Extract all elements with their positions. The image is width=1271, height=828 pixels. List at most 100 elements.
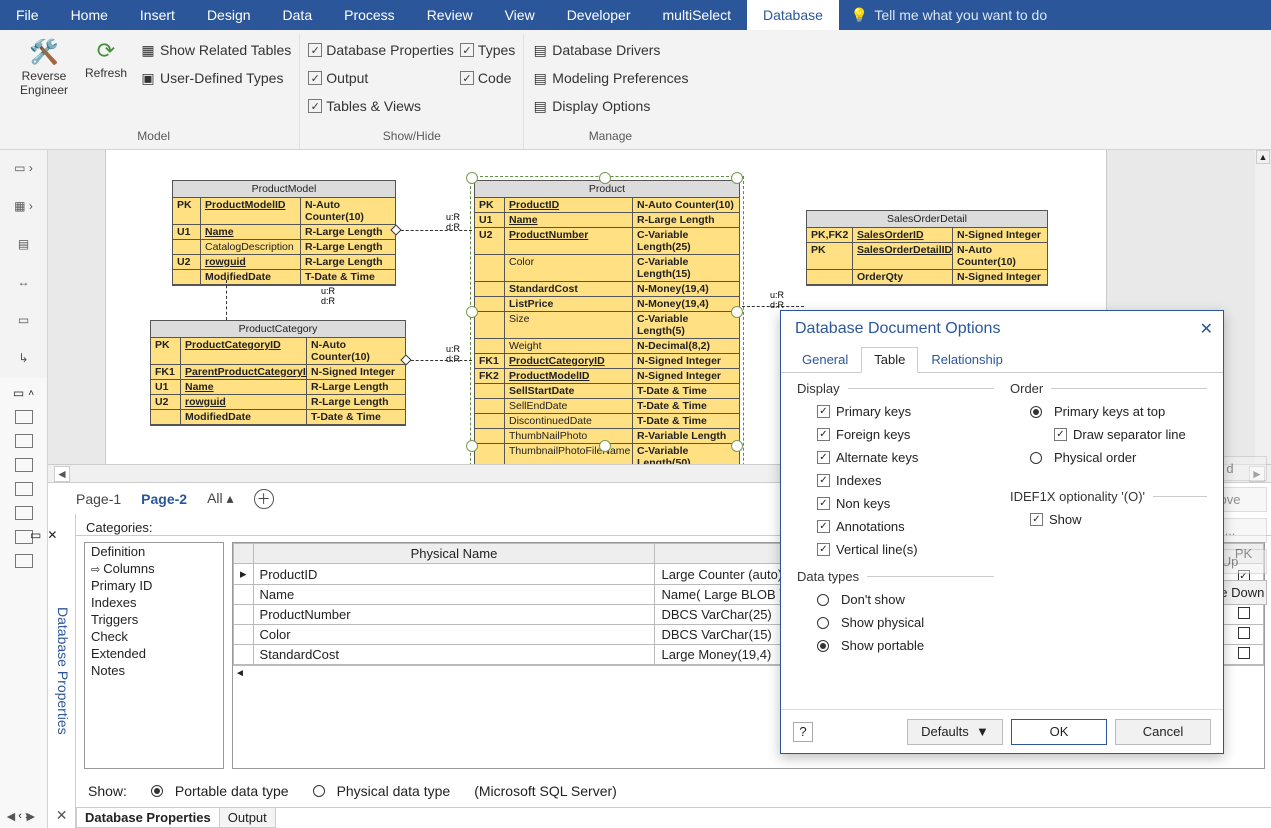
- shape-thumbnail[interactable]: [15, 554, 33, 568]
- category-item[interactable]: Primary ID: [85, 577, 223, 594]
- category-item[interactable]: Definition: [85, 543, 223, 560]
- entity-cell: Name: [505, 213, 633, 228]
- radio-dont-show[interactable]: Don't show: [817, 592, 994, 607]
- display-options-button[interactable]: ▤Display Options: [532, 94, 688, 118]
- check-vertical-lines[interactable]: ✓Vertical line(s): [817, 542, 994, 557]
- entity-productmodel[interactable]: ProductModel PKProductModelIDN-Auto Coun…: [172, 180, 396, 286]
- page-tab-1[interactable]: Page-1: [76, 491, 121, 507]
- radio-physical[interactable]: Physical data type: [313, 783, 451, 799]
- relationship-line[interactable]: [396, 230, 472, 231]
- check-alternate-keys[interactable]: ✓Alternate keys: [817, 450, 994, 465]
- scroll-up-icon[interactable]: ▲: [1256, 150, 1270, 164]
- user-defined-types-button[interactable]: ▣User-Defined Types: [140, 66, 291, 90]
- table-tool[interactable]: ▤: [12, 234, 36, 254]
- entity-title: SalesOrderDetail: [807, 211, 1047, 228]
- pane-collapse-icon[interactable]: ▭: [30, 528, 41, 542]
- shape-thumbnail[interactable]: [15, 410, 33, 424]
- tab-general[interactable]: General: [789, 347, 861, 372]
- show-related-tables-button[interactable]: ▦Show Related Tables: [140, 38, 291, 62]
- tab-relationship[interactable]: Relationship: [918, 347, 1016, 372]
- menu-multiselect[interactable]: multiSelect: [647, 0, 747, 30]
- relationship-tool[interactable]: ↔: [12, 272, 36, 292]
- connector-tool[interactable]: ↳: [12, 348, 36, 368]
- tab-table[interactable]: Table: [861, 347, 918, 373]
- check-draw-separator[interactable]: ✓Draw separator line: [1054, 427, 1207, 442]
- toggle-tables-views[interactable]: ✓Tables & Views: [308, 94, 454, 118]
- tab-database-properties[interactable]: Database Properties: [76, 808, 220, 828]
- radio-physical-order[interactable]: Physical order: [1030, 450, 1207, 465]
- check-non-keys[interactable]: ✓Non keys: [817, 496, 994, 511]
- category-item[interactable]: Triggers: [85, 611, 223, 628]
- category-item[interactable]: Indexes: [85, 594, 223, 611]
- radio-show-physical[interactable]: Show physical: [817, 615, 994, 630]
- entity-productcategory[interactable]: ProductCategory PKProductCategoryIDN-Aut…: [150, 320, 406, 426]
- close-pane-icon[interactable]: ✕: [56, 807, 68, 824]
- next-page-icon[interactable]: ►: [24, 808, 38, 824]
- check-idef-show[interactable]: ✓Show: [1030, 512, 1207, 527]
- menu-view[interactable]: View: [489, 0, 551, 30]
- entity-product[interactable]: Product PKProductIDN-Auto Counter(10)U1N…: [474, 180, 740, 464]
- menu-home[interactable]: Home: [55, 0, 124, 30]
- help-icon[interactable]: ?: [793, 722, 813, 742]
- relationship-line[interactable]: [226, 280, 227, 320]
- menu-review[interactable]: Review: [411, 0, 489, 30]
- reverse-engineer-button[interactable]: 🛠️ Reverse Engineer: [16, 34, 72, 97]
- menu-database[interactable]: Database: [747, 0, 839, 30]
- check-primary-keys[interactable]: ✓Primary keys: [817, 404, 994, 419]
- database-drivers-button[interactable]: ▤Database Drivers: [532, 38, 688, 62]
- menu-insert[interactable]: Insert: [124, 0, 191, 30]
- reverse-engineer-icon: 🛠️: [29, 38, 59, 67]
- cancel-button[interactable]: Cancel: [1115, 719, 1211, 745]
- menu-data[interactable]: Data: [267, 0, 329, 30]
- toggle-code[interactable]: ✓Code: [460, 66, 515, 90]
- check-indexes[interactable]: ✓Indexes: [817, 473, 994, 488]
- add-page-button[interactable]: ＋: [254, 489, 274, 509]
- category-item[interactable]: Check: [85, 628, 223, 645]
- view-tool[interactable]: ▭: [12, 310, 36, 330]
- pointer-tool[interactable]: ▭ ›: [12, 158, 36, 178]
- entity-cell: FK1: [151, 365, 181, 380]
- shapes-toggle-icon[interactable]: ▭: [13, 386, 24, 400]
- menu-design[interactable]: Design: [191, 0, 267, 30]
- tell-me[interactable]: 💡 Tell me what you want to do: [839, 0, 1047, 30]
- entity-cell: SalesOrderDetailID: [853, 243, 953, 270]
- entity-cell: Color: [505, 255, 633, 282]
- ok-button[interactable]: OK: [1011, 719, 1107, 745]
- check-annotations[interactable]: ✓Annotations: [817, 519, 994, 534]
- page-tab-2[interactable]: Page-2: [141, 491, 187, 507]
- shape-thumbnail[interactable]: [15, 506, 33, 520]
- radio-show-portable[interactable]: Show portable: [817, 638, 994, 653]
- page-tab-all[interactable]: All ▴: [207, 490, 233, 507]
- vertical-scrollbar[interactable]: ▲: [1255, 150, 1271, 464]
- check-foreign-keys[interactable]: ✓Foreign keys: [817, 427, 994, 442]
- modeling-preferences-button[interactable]: ▤Modeling Preferences: [532, 66, 688, 90]
- defaults-dropdown[interactable]: Defaults ▼: [907, 719, 1003, 745]
- category-item[interactable]: Columns: [85, 560, 223, 577]
- tab-output[interactable]: Output: [219, 808, 276, 828]
- radio-portable[interactable]: Portable data type: [151, 783, 289, 799]
- close-icon[interactable]: ✕: [47, 528, 57, 542]
- entity-cell: ListPrice: [505, 297, 633, 312]
- refresh-button[interactable]: ⟳ Refresh: [78, 34, 134, 80]
- menu-developer[interactable]: Developer: [551, 0, 647, 30]
- category-item[interactable]: Notes: [85, 662, 223, 679]
- entity-tool[interactable]: ▦ ›: [12, 196, 36, 216]
- close-icon[interactable]: ✕: [1200, 319, 1213, 339]
- entity-cell: [475, 282, 505, 297]
- scroll-left-icon[interactable]: ◄: [54, 466, 70, 482]
- shape-thumbnail[interactable]: [15, 458, 33, 472]
- shape-thumbnail[interactable]: [15, 434, 33, 448]
- toggle-output[interactable]: ✓Output: [308, 66, 454, 90]
- chevron-up-icon[interactable]: ˄: [28, 388, 34, 399]
- relationship-line[interactable]: [406, 360, 472, 361]
- menu-process[interactable]: Process: [328, 0, 411, 30]
- menu-file[interactable]: File: [0, 0, 55, 30]
- category-item[interactable]: Extended: [85, 645, 223, 662]
- prev-page-icon[interactable]: ◄: [4, 808, 18, 824]
- toggle-db-properties[interactable]: ✓Database Properties: [308, 38, 454, 62]
- radio-pk-at-top[interactable]: Primary keys at top: [1030, 404, 1207, 419]
- entity-cell: T-Date & Time: [633, 399, 739, 414]
- toggle-types[interactable]: ✓Types: [460, 38, 515, 62]
- entity-salesorderdetail[interactable]: SalesOrderDetail PK,FK2SalesOrderIDN-Sig…: [806, 210, 1048, 286]
- shape-thumbnail[interactable]: [15, 482, 33, 496]
